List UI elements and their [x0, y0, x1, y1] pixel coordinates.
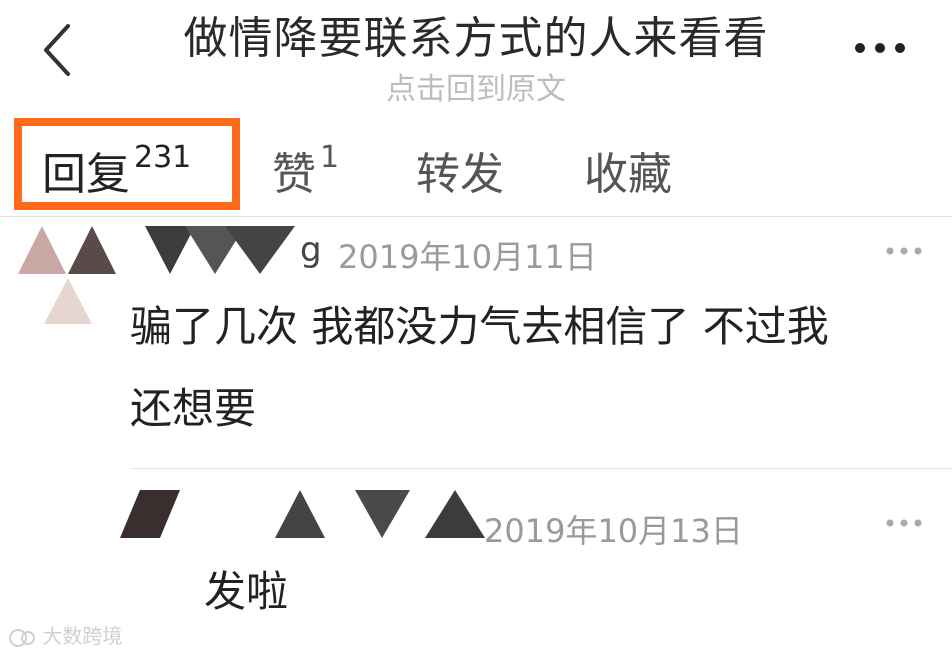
tab-favorites-label: 收藏	[584, 149, 672, 200]
page-title: 做情降要联系方式的人来看看	[183, 13, 769, 64]
username[interactable]: g	[300, 230, 322, 270]
comment-item[interactable]: g 2019年10月11日 骗了几次 我都没力气去相信了 不过我 还想要	[0, 218, 952, 468]
tab-favorites[interactable]: 收藏	[584, 138, 672, 202]
tab-likes-label: 赞	[272, 149, 316, 200]
avatar[interactable]	[18, 226, 118, 326]
divider	[130, 468, 952, 469]
more-horizontal-icon	[855, 43, 905, 53]
username-mosaic	[145, 226, 295, 274]
comment-text: 发啦	[204, 567, 289, 616]
divider	[0, 216, 952, 217]
comment-date: 2019年10月13日	[484, 512, 743, 550]
comment-date: 2019年10月11日	[338, 238, 597, 276]
comment-text-line: 还想要	[130, 384, 257, 433]
watermark-text: 大数跨境	[42, 624, 123, 648]
tab-reposts[interactable]: 转发	[416, 138, 504, 202]
tab-reposts-label: 转发	[416, 149, 504, 200]
more-options-button[interactable]	[852, 28, 908, 68]
watermark: 大数跨境	[8, 620, 122, 649]
comment-item[interactable]: 2019年10月13日 发啦	[0, 470, 952, 620]
tab-likes[interactable]: 赞1	[272, 138, 339, 202]
username-mosaic	[120, 490, 485, 538]
tab-likes-count: 1	[320, 140, 340, 175]
comment-text-line: 骗了几次 我都没力气去相信了 不过我	[130, 302, 829, 351]
ellipsis-icon[interactable]	[884, 516, 924, 530]
back-to-original-link[interactable]: 点击回到原文	[0, 64, 952, 108]
ellipsis-icon[interactable]	[884, 244, 924, 258]
logo-icon	[9, 628, 35, 647]
highlight-box	[14, 118, 240, 210]
